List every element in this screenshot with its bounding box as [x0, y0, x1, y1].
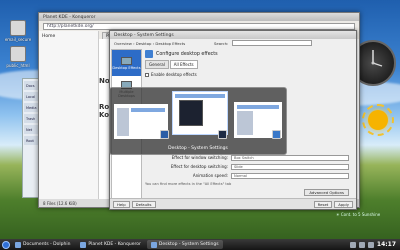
- taskbar-item-dolphin[interactable]: Documents - Dolphin: [11, 240, 74, 249]
- system-tray: 14:17: [349, 241, 400, 248]
- thumb-detail: [237, 105, 279, 109]
- volume-icon[interactable]: [358, 241, 365, 248]
- search-input[interactable]: [232, 40, 312, 46]
- hint-text: You can find more effects in the "All Ef…: [145, 182, 232, 186]
- settings-icon: [150, 241, 157, 248]
- folder-icon: [10, 46, 26, 62]
- reset-button[interactable]: Reset: [313, 200, 333, 208]
- sidebar-item-label: Desktop Effects: [112, 65, 141, 70]
- switcher-thumb-settings[interactable]: [172, 91, 228, 135]
- kde-logo-icon: [1, 240, 10, 249]
- switcher-caption: Desktop - System Settings: [168, 146, 228, 151]
- thumb-detail: [117, 108, 129, 136]
- tab-all-effects[interactable]: All Effects: [169, 60, 198, 69]
- browser-icon: [80, 241, 87, 248]
- sub-tabbar: General All Effects: [145, 60, 353, 69]
- window-title: Planet KDE - Konqueror: [43, 14, 96, 20]
- desktop-switching-select[interactable]: Slide: [231, 163, 349, 170]
- field-label: Effect for desktop switching:: [170, 164, 228, 169]
- window-switching-select[interactable]: Box Switch: [231, 154, 349, 161]
- advanced-options-button[interactable]: Advanced Options: [304, 189, 349, 196]
- side-panel-heading: Home: [42, 34, 56, 39]
- konqueror-titlebar[interactable]: Planet KDE - Konqueror: [39, 13, 359, 21]
- taskbar-item-label: Documents - Dolphin: [23, 242, 71, 247]
- konqueror-app-icon: [272, 130, 281, 139]
- select-value: Box Switch: [234, 155, 254, 160]
- weather-text: ☀ Cont. to 5 Sunshine: [336, 212, 381, 217]
- field-label: Effect for window switching:: [171, 155, 228, 160]
- window-title: Desktop - System Settings: [114, 32, 174, 38]
- desktop-icon-public-html[interactable]: public_html: [4, 46, 32, 68]
- taskbar-item-konqueror[interactable]: Planet KDE - Konqueror: [76, 240, 144, 249]
- taskbar-item-label: Planet KDE - Konqueror: [88, 242, 141, 247]
- dolphin-app-icon: [160, 130, 169, 139]
- taskbar: Documents - Dolphin Planet KDE - Konquer…: [0, 239, 400, 250]
- desktop-switching-row: Effect for desktop switching: Slide: [145, 163, 349, 170]
- field-label: Animation speed:: [192, 173, 228, 178]
- page-text-fragment: Ko: [99, 111, 110, 119]
- checkbox-icon: [145, 72, 149, 77]
- desktop-icon-label: public_html: [6, 63, 30, 68]
- url-input[interactable]: http://planetkde.org/: [43, 23, 355, 30]
- desktop-effects-icon: [145, 50, 153, 58]
- weather-sun-icon: [368, 110, 388, 130]
- thumb-detail: [179, 100, 203, 126]
- folder-icon: [10, 20, 26, 36]
- help-button[interactable]: Help: [113, 200, 130, 208]
- animation-speed-row: Animation speed: Normal: [145, 172, 349, 179]
- enable-effects-checkbox[interactable]: Enable desktop effects: [145, 72, 353, 77]
- application-launcher-button[interactable]: [0, 239, 11, 250]
- button-bar: Help Defaults Reset Apply: [110, 198, 356, 209]
- window-switcher-overlay[interactable]: Desktop - System Settings: [109, 87, 287, 155]
- taskbar-item-label: Desktop - System Settings: [158, 242, 219, 247]
- thumb-detail: [237, 111, 253, 135]
- thumb-detail: [131, 108, 165, 112]
- select-value: Normal: [234, 173, 248, 178]
- defaults-button[interactable]: Defaults: [131, 200, 156, 208]
- apply-button[interactable]: Apply: [334, 200, 353, 208]
- window-switching-row: Effect for window switching: Box Switch: [145, 154, 349, 161]
- search-label: Search:: [214, 41, 229, 46]
- konqueror-side-panel: Home: [39, 31, 99, 199]
- url-text: http://planetkde.org/: [47, 24, 94, 29]
- animation-speed-select[interactable]: Normal: [231, 172, 349, 179]
- network-icon[interactable]: [349, 241, 356, 248]
- notifications-icon[interactable]: [367, 241, 374, 248]
- section-header: Configure desktop effects: [145, 50, 353, 58]
- tab-general[interactable]: General: [145, 60, 169, 69]
- taskbar-clock[interactable]: 14:17: [377, 241, 396, 248]
- select-value: Slide: [234, 164, 243, 169]
- taskbar-item-system-settings[interactable]: Desktop - System Settings: [146, 240, 223, 249]
- folder-icon: [15, 241, 21, 248]
- sidebar-item-desktop-effects[interactable]: Desktop Effects: [112, 50, 141, 76]
- desktop-icon-email-secure[interactable]: email_secure: [4, 20, 32, 42]
- checkbox-label: Enable desktop effects: [151, 72, 197, 77]
- settings-app-icon: [218, 130, 227, 139]
- thumb-detail: [175, 94, 225, 98]
- desktop-icon-label: email_secure: [4, 37, 32, 42]
- section-heading: Configure desktop effects: [156, 51, 218, 57]
- desktop-effects-icon: [121, 56, 132, 65]
- settings-titlebar[interactable]: Desktop - System Settings: [110, 31, 356, 39]
- breadcrumb[interactable]: Overview › Desktop › Desktop Effects: [114, 41, 185, 46]
- status-text: 8 Files (12.6 KiB): [43, 200, 77, 206]
